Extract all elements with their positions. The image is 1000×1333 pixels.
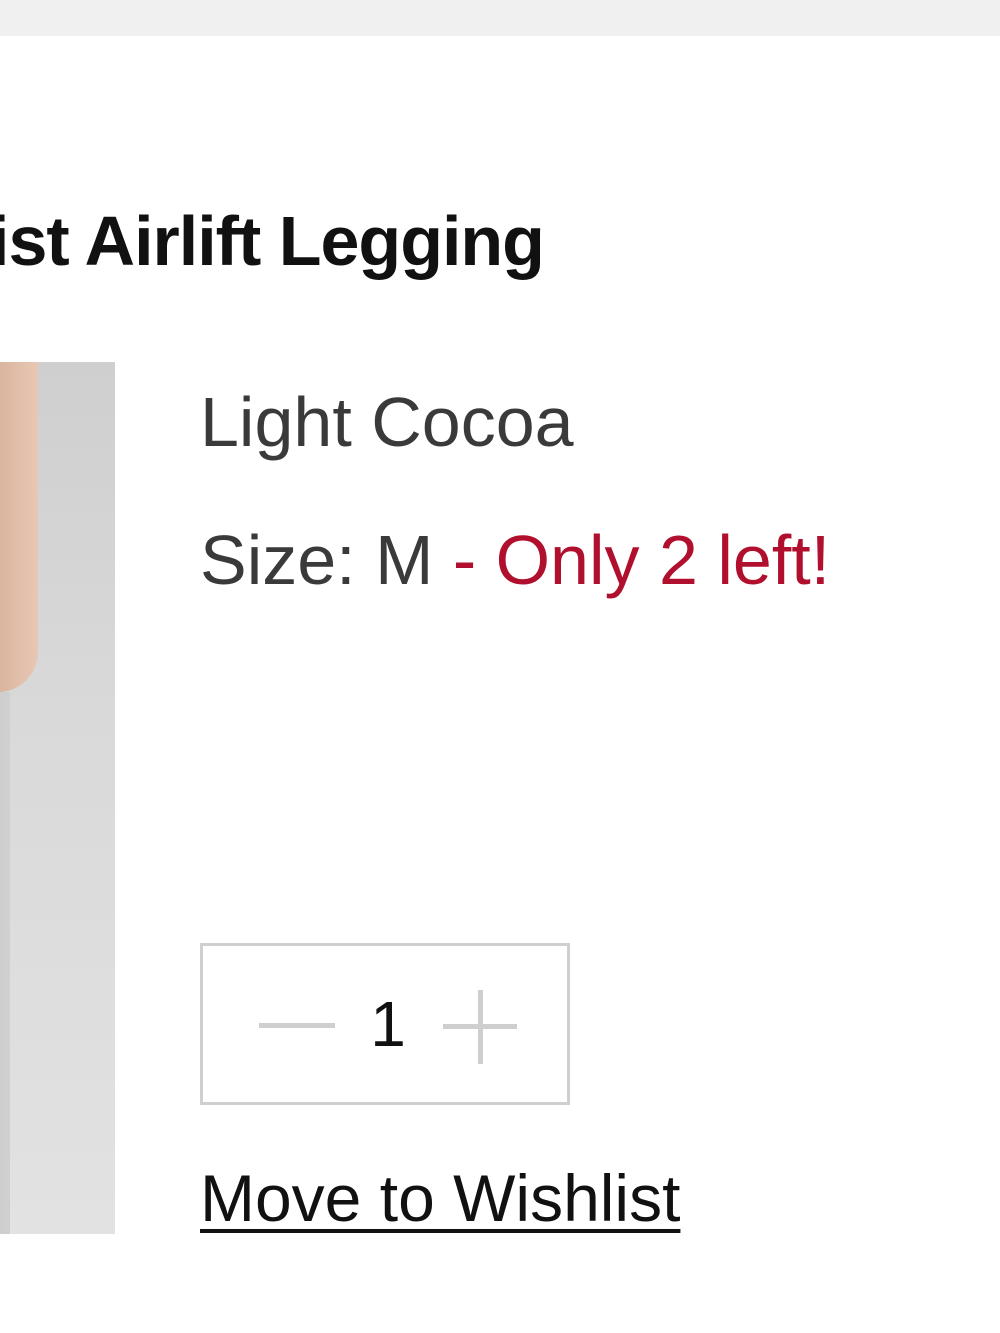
top-bar — [0, 0, 1000, 36]
move-to-wishlist-link[interactable]: Move to Wishlist — [200, 1158, 680, 1238]
size-label: Size: M — [200, 521, 434, 599]
size-info: Size: M - Only 2 left! — [200, 518, 830, 602]
stock-warning: - Only 2 left! — [433, 521, 831, 599]
quantity-stepper: 1 — [200, 943, 570, 1105]
product-image[interactable] — [0, 362, 115, 1234]
model-leg — [0, 692, 10, 1234]
quantity-increment-button[interactable] — [441, 988, 519, 1066]
quantity-decrement-button[interactable] — [259, 998, 337, 1054]
product-title: ist Airlift Legging — [0, 202, 545, 280]
product-color: Light Cocoa — [200, 383, 574, 461]
quantity-value: 1 — [370, 988, 406, 1060]
model-hand — [0, 362, 38, 692]
minus-icon — [259, 1023, 335, 1028]
